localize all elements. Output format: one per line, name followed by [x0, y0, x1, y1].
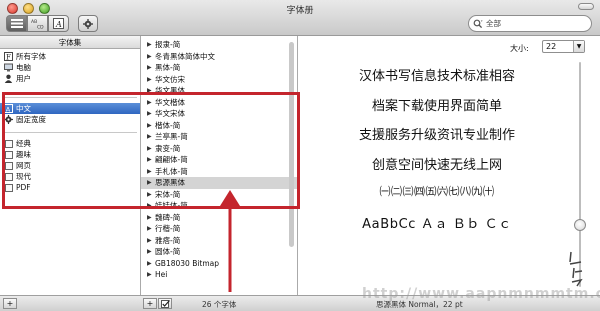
- size-combobox[interactable]: 22 ▼: [542, 40, 585, 53]
- svg-text:F: F: [6, 54, 11, 62]
- search-icon: [473, 19, 483, 28]
- svg-text:CD: CD: [37, 24, 44, 29]
- add-font-button[interactable]: +: [143, 298, 157, 309]
- view-sample-button[interactable]: [6, 15, 27, 32]
- font-family-label: 圆体-简: [155, 247, 181, 256]
- preview-text-line: 档案下载使用界面简单: [371, 99, 502, 114]
- gear-icon: [83, 18, 93, 29]
- collection-label: 电脑: [16, 63, 31, 72]
- add-label: +: [6, 298, 14, 308]
- repertoire-grid-icon: AB CD: [31, 19, 44, 29]
- letter-a-icon: A: [53, 18, 64, 29]
- collections-header: 字体集: [0, 36, 140, 49]
- font-family-label: Hei: [155, 270, 168, 279]
- preview-text-line: 汉体书写信息技术标准相容: [358, 69, 515, 84]
- view-repertoire-button[interactable]: AB CD: [27, 15, 48, 32]
- font-family-label: 行楷-简: [155, 224, 181, 233]
- sample-view-icon: [10, 19, 23, 28]
- disclosure-triangle-icon[interactable]: ▶: [147, 246, 155, 258]
- collection-computer[interactable]: 电脑: [0, 62, 140, 73]
- checkbox-icon: [160, 299, 170, 308]
- font-family-item[interactable]: ▶ 冬青黑体简体中文: [141, 51, 297, 63]
- view-custom-button[interactable]: A: [48, 15, 69, 32]
- preview-text-line: 支援服务升级资讯专业制作: [358, 128, 515, 143]
- add-label: +: [146, 298, 154, 308]
- search-field[interactable]: [468, 15, 592, 32]
- collection-label: 用户: [16, 74, 31, 83]
- font-family-label: 黑体-简: [155, 63, 181, 72]
- user-icon: [4, 74, 13, 83]
- svg-text:A: A: [55, 20, 62, 29]
- preview-text-line: ㈠㈡㈢㈣㈤㈥㈦㈧㈨㈩: [379, 185, 495, 198]
- font-family-label: 雅痞-简: [155, 235, 181, 245]
- size-slider-knob[interactable]: [574, 219, 586, 231]
- annotation-arrow-icon: [220, 190, 240, 292]
- font-count: 26 个字体: [202, 300, 237, 309]
- search-input[interactable]: [486, 19, 586, 28]
- disclosure-triangle-icon[interactable]: ▶: [147, 235, 155, 247]
- disclosure-triangle-icon[interactable]: ▶: [147, 39, 155, 51]
- disclosure-triangle-icon[interactable]: ▶: [147, 51, 155, 63]
- collection-all-fonts[interactable]: F 所有字体: [0, 51, 140, 62]
- enable-font-button[interactable]: [158, 298, 172, 309]
- font-family-label: 华文仿宋: [155, 74, 185, 84]
- collection-user[interactable]: 用户: [0, 73, 140, 84]
- handwriting-scribble-icon: [569, 251, 583, 287]
- disclosure-triangle-icon[interactable]: ▶: [147, 74, 155, 86]
- computer-icon: [4, 63, 13, 72]
- disclosure-triangle-icon[interactable]: ▶: [147, 62, 155, 74]
- font-family-item[interactable]: ▶ 报隶-简: [141, 39, 297, 51]
- size-label: 大小:: [510, 44, 529, 53]
- disclosure-triangle-icon[interactable]: ▶: [147, 269, 155, 281]
- disclosure-triangle-icon[interactable]: ▶: [147, 223, 155, 235]
- font-family-label: 报隶-简: [155, 40, 181, 49]
- disclosure-triangle-icon[interactable]: ▶: [147, 212, 155, 224]
- highlight-annotation-box: [2, 92, 300, 209]
- svg-text:AB: AB: [31, 19, 37, 25]
- add-collection-button[interactable]: +: [3, 298, 17, 309]
- preview-text-line: AaBbCc Ａａ Ｂｂ Ｃｃ: [362, 217, 512, 232]
- font-family-label: 魏碑-简: [155, 212, 181, 222]
- collection-label: 所有字体: [16, 52, 46, 61]
- font-family-item[interactable]: ▶ 黑体-简: [141, 62, 297, 74]
- preview-text-line: 创意空间快速无线上网: [371, 158, 502, 173]
- watermark: http://www.aapnmnmmtm.cc: [362, 286, 600, 302]
- action-menu-button[interactable]: [78, 15, 98, 32]
- toolbar-toggle-button[interactable]: [578, 3, 594, 10]
- font-family-label: 冬青黑体简体中文: [155, 51, 215, 61]
- preview-pane: 大小: 22 ▼ 汉体书写信息技术标准相容 档案下载使用界面简单 支援服务升级资…: [298, 36, 600, 295]
- size-value[interactable]: 22: [543, 42, 573, 51]
- font-family-item[interactable]: ▶ 华文仿宋: [141, 74, 297, 86]
- font-family-label: GB18030 Bitmap: [155, 258, 220, 268]
- chevron-down-icon[interactable]: ▼: [573, 41, 584, 52]
- font-book-icon: F: [4, 52, 13, 61]
- title-bar: 字体册 AB CD A: [0, 0, 600, 36]
- disclosure-triangle-icon[interactable]: ▶: [147, 258, 155, 270]
